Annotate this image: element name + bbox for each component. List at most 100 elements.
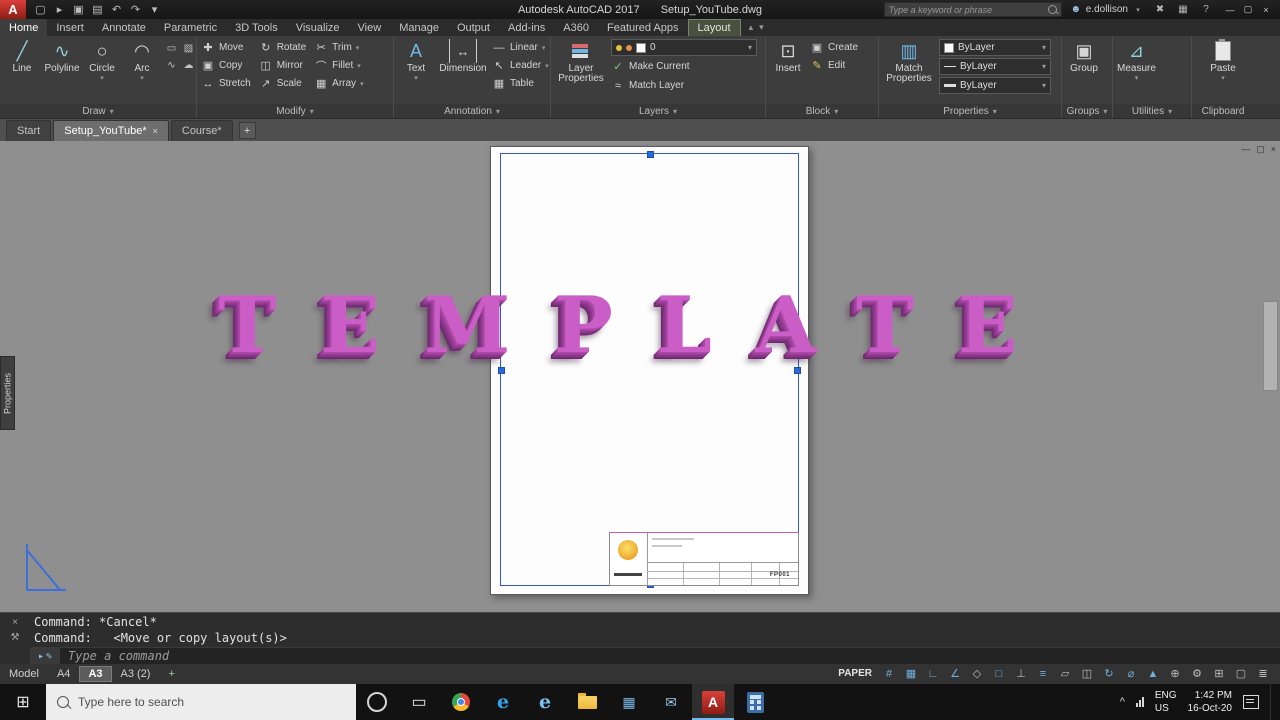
internet-explorer-button[interactable]: e — [524, 684, 566, 720]
exchange-apps-icon[interactable]: ▦ — [1175, 2, 1191, 18]
application-menu-button[interactable]: A — [0, 0, 26, 19]
layout-tab-model[interactable]: Model — [0, 666, 48, 682]
command-close-icon[interactable]: × — [12, 617, 18, 628]
document-restore-icon[interactable]: ▢ — [1256, 144, 1265, 155]
tab-visualize[interactable]: Visualize — [287, 19, 349, 36]
navigation-bar[interactable] — [1263, 301, 1278, 391]
action-center-icon[interactable] — [1243, 695, 1259, 709]
measure-caret-icon[interactable]: ▾ — [1135, 75, 1139, 82]
language-indicator[interactable]: ENG US — [1155, 689, 1177, 715]
autoscale-icon[interactable]: ↻ — [1102, 666, 1116, 681]
annotation-scale-icon[interactable]: ⌀ — [1124, 666, 1138, 681]
document-close-icon[interactable]: × — [1271, 144, 1276, 155]
fillet-button[interactable]: ⌒ Fillet ▾ — [314, 57, 363, 74]
workspace-switching-icon[interactable]: ⚙ — [1190, 666, 1204, 681]
redo-icon[interactable]: ↷ — [127, 2, 144, 18]
circle-button[interactable]: ○ Circle ▾ — [84, 39, 120, 104]
task-view-button[interactable]: ▭ — [398, 684, 440, 720]
linetype-dropdown[interactable]: ByLayer ▾ — [939, 58, 1051, 75]
network-icon[interactable] — [1135, 697, 1144, 707]
array-caret-icon[interactable]: ▾ — [360, 80, 364, 88]
viewport-grip[interactable] — [646, 151, 654, 158]
tab-view[interactable]: View — [349, 19, 391, 36]
trim-caret-icon[interactable]: ▾ — [356, 44, 360, 52]
object-color-dropdown[interactable]: ByLayer ▾ — [939, 39, 1051, 56]
clock[interactable]: 1:42 PM 16-Oct-20 — [1188, 689, 1232, 715]
create-block-button[interactable]: ▣ Create — [810, 39, 858, 56]
copy-button[interactable]: ▣ Copy — [201, 57, 251, 74]
store-button[interactable]: ▦ — [608, 684, 650, 720]
plot-icon[interactable]: ▤ — [89, 2, 106, 18]
annotation-visibility-icon[interactable]: ▲ — [1146, 666, 1160, 681]
tab-manage[interactable]: Manage — [390, 19, 448, 36]
scale-button[interactable]: ↗ Scale — [259, 75, 306, 92]
tab-a360[interactable]: A360 — [554, 19, 598, 36]
table-button[interactable]: ▦ Table — [492, 75, 549, 92]
calculator-button[interactable] — [734, 684, 776, 720]
show-desktop-button[interactable] — [1270, 684, 1276, 720]
annotation-panel-label[interactable]: Annotation ▾ — [394, 104, 550, 118]
qat-menu-icon[interactable]: ▾ — [146, 2, 163, 18]
tab-home[interactable]: Home — [0, 19, 48, 36]
tab-insert[interactable]: Insert — [47, 19, 93, 36]
match-layer-button[interactable]: ≈ Match Layer — [611, 77, 757, 94]
minimize-icon[interactable]: — — [1221, 2, 1239, 18]
object-snap-icon[interactable]: □ — [992, 666, 1006, 681]
tab-output[interactable]: Output — [448, 19, 499, 36]
group-button[interactable]: ▣ Group — [1066, 39, 1102, 104]
lineweight-caret-icon[interactable]: ▾ — [1042, 81, 1046, 90]
insert-button[interactable]: ⊡ Insert — [770, 39, 806, 104]
isodraft-icon[interactable]: ◇ — [970, 666, 984, 681]
array-button[interactable]: ▦ Array ▾ — [314, 75, 364, 92]
save-icon[interactable]: ▣ — [70, 2, 87, 18]
layer-dropdown-caret-icon[interactable]: ▾ — [748, 43, 752, 52]
close-icon[interactable]: × — [1257, 2, 1275, 18]
document-minimize-icon[interactable]: — — [1241, 144, 1250, 155]
text-caret-icon[interactable]: ▾ — [414, 75, 418, 82]
customization-icon[interactable]: ≣ — [1256, 666, 1270, 681]
sign-in-button[interactable]: ☻ e.dollison ▾ — [1069, 4, 1145, 15]
cortana-button[interactable] — [356, 684, 398, 720]
undo-icon[interactable]: ↶ — [108, 2, 125, 18]
file-tab-course[interactable]: Course* — [170, 120, 233, 141]
layer-dropdown[interactable]: 0 ▾ — [611, 39, 757, 56]
template-3d-text[interactable]: TEMPLATE — [0, 287, 1280, 365]
clean-screen-icon[interactable]: ▢ — [1234, 666, 1248, 681]
layout-tab-a3[interactable]: A3 — [79, 665, 112, 682]
start-button[interactable]: ⊞ — [0, 684, 46, 720]
new-icon[interactable]: ▢ — [32, 2, 49, 18]
ortho-icon[interactable]: ∟ — [926, 666, 940, 681]
leader-button[interactable]: ↖ Leader ▾ — [492, 57, 548, 74]
autocad-taskbar-button[interactable]: A — [692, 684, 734, 720]
selection-cycling-icon[interactable]: ◫ — [1080, 666, 1094, 681]
paste-button[interactable]: Paste ▾ — [1205, 39, 1241, 104]
edge-button[interactable]: e — [482, 684, 524, 720]
measure-button[interactable]: ⊿ Measure ▾ — [1117, 39, 1156, 104]
infocenter-search-field[interactable]: Type a keyword or phrase — [883, 2, 1062, 17]
fillet-caret-icon[interactable]: ▾ — [357, 62, 361, 70]
chrome-button[interactable] — [440, 684, 482, 720]
command-customize-icon[interactable]: ⚒ — [11, 632, 20, 643]
layout-tab-a4[interactable]: A4 — [48, 666, 79, 682]
revision-cloud-icon[interactable]: ☁ — [181, 58, 196, 73]
snap-icon[interactable]: ▦ — [904, 666, 918, 681]
linetype-caret-icon[interactable]: ▾ — [1042, 62, 1046, 71]
mail-button[interactable]: ✉ — [650, 684, 692, 720]
properties-panel-label[interactable]: Properties ▾ — [879, 104, 1061, 118]
dimension-button[interactable]: ↔ Dimension — [438, 39, 488, 104]
move-button[interactable]: ✚ Move — [201, 39, 251, 56]
taskbar-search-box[interactable]: Type here to search — [46, 684, 356, 720]
arc-button[interactable]: ◠ Arc ▾ — [124, 39, 160, 104]
tab-parametric[interactable]: Parametric — [155, 19, 226, 36]
open-icon[interactable]: ▸ — [51, 2, 68, 18]
3d-object-snap-icon[interactable]: ⊥ — [1014, 666, 1028, 681]
transparency-icon[interactable]: ▱ — [1058, 666, 1072, 681]
command-input[interactable]: ▸ ✎ Type a command — [30, 647, 1280, 664]
stretch-button[interactable]: ↔ Stretch — [201, 75, 251, 92]
modify-panel-label[interactable]: Modify ▾ — [197, 104, 393, 118]
layers-panel-label[interactable]: Layers ▾ — [551, 104, 765, 118]
layer-properties-button[interactable]: Layer Properties — [555, 39, 607, 104]
utilities-panel-label[interactable]: Utilities ▾ — [1113, 104, 1191, 118]
tab-featured-apps[interactable]: Featured Apps — [598, 19, 688, 36]
a360-icon[interactable]: ✖ — [1152, 2, 1168, 18]
